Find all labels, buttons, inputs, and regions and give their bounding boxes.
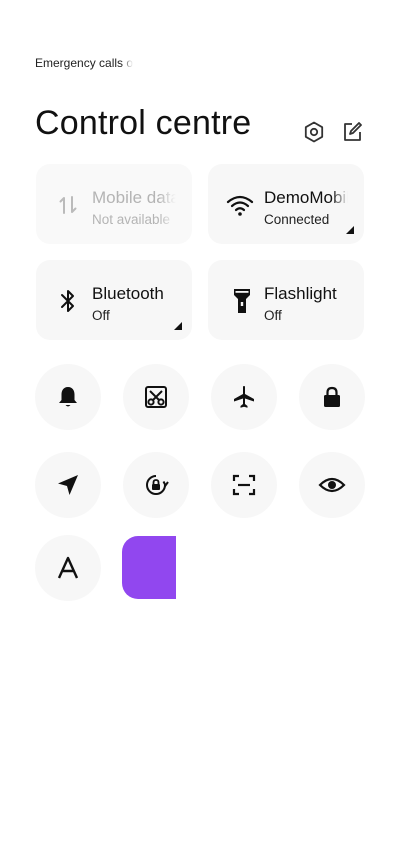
font-a-icon <box>57 556 79 579</box>
edit-icon[interactable] <box>340 120 364 144</box>
lock-screen-toggle[interactable] <box>299 364 365 430</box>
flashlight-tile[interactable]: Flashlight Off <box>208 260 364 340</box>
location-icon <box>58 475 78 495</box>
wifi-tile[interactable]: DemoMobile Connected <box>208 164 364 244</box>
active-toggle-tile[interactable] <box>122 536 176 599</box>
flashlight-status: Off <box>264 308 282 323</box>
bluetooth-status: Off <box>92 308 110 323</box>
font-size-toggle[interactable] <box>35 535 101 601</box>
screenshot-toggle[interactable] <box>123 364 189 430</box>
ring-mode-toggle[interactable] <box>35 364 101 430</box>
eye-icon <box>318 477 346 493</box>
mobile-data-label: Mobile data <box>92 188 176 207</box>
scanner-toggle[interactable] <box>211 452 277 518</box>
bluetooth-expand-indicator[interactable] <box>174 322 182 330</box>
wifi-icon <box>226 192 254 218</box>
airplane-mode-toggle[interactable] <box>211 364 277 430</box>
wifi-network-name: DemoMobile <box>264 188 348 207</box>
flashlight-label: Flashlight <box>264 284 337 303</box>
screenshot-scissors-icon <box>145 386 167 408</box>
page-title: Control centre <box>35 104 252 142</box>
wifi-expand-indicator[interactable] <box>346 226 354 234</box>
mobile-data-status: Not available <box>92 212 171 227</box>
rotation-lock-toggle[interactable] <box>123 452 189 518</box>
bluetooth-icon <box>54 288 82 314</box>
bluetooth-label: Bluetooth <box>92 284 164 303</box>
status-bar-text: Emergency calls only <box>35 56 133 70</box>
scan-icon <box>232 474 256 496</box>
mobile-data-arrows-icon <box>54 192 82 218</box>
airplane-icon <box>234 386 254 408</box>
lock-icon <box>324 386 340 407</box>
settings-hexagon-icon[interactable] <box>302 120 326 144</box>
wifi-status: Connected <box>264 212 330 227</box>
flashlight-icon <box>228 288 256 314</box>
location-toggle[interactable] <box>35 452 101 518</box>
rotation-lock-icon <box>146 475 169 495</box>
bluetooth-tile[interactable]: Bluetooth Off <box>36 260 192 340</box>
bell-icon <box>59 387 77 407</box>
mobile-data-tile[interactable]: Mobile data Not available <box>36 164 192 244</box>
reading-mode-toggle[interactable] <box>299 452 365 518</box>
